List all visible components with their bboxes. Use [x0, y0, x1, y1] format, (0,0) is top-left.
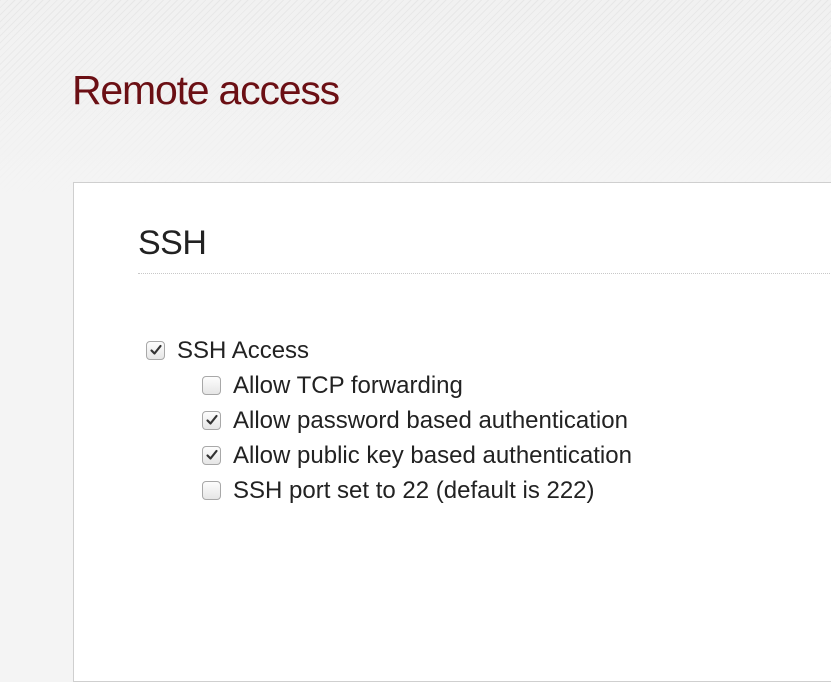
ssh-port-22-label[interactable]: SSH port set to 22 (default is 222)	[233, 477, 595, 505]
ssh-port-22-checkbox[interactable]	[202, 481, 221, 500]
allow-tcp-forwarding-checkbox[interactable]	[202, 376, 221, 395]
option-allow-public-key-auth[interactable]: Allow public key based authentication	[146, 438, 632, 473]
ssh-access-checkbox[interactable]	[146, 341, 165, 360]
checkmark-icon	[150, 344, 162, 355]
option-allow-password-auth[interactable]: Allow password based authentication	[146, 403, 632, 438]
allow-public-key-auth-label[interactable]: Allow public key based authentication	[233, 442, 632, 470]
section-heading-ssh: SSH	[138, 224, 207, 262]
page-title: Remote access	[72, 67, 340, 113]
checkmark-icon	[206, 449, 218, 460]
allow-public-key-auth-checkbox[interactable]	[202, 446, 221, 465]
ssh-options-list: SSH Access Allow TCP forwarding Allow pa…	[146, 333, 632, 508]
checkmark-icon	[206, 414, 218, 425]
option-ssh-access[interactable]: SSH Access	[146, 333, 632, 368]
ssh-access-label[interactable]: SSH Access	[177, 337, 309, 365]
allow-password-auth-checkbox[interactable]	[202, 411, 221, 430]
content-panel: SSH SSH Access Allow TCP forwarding Allo…	[73, 182, 831, 682]
option-allow-tcp-forwarding[interactable]: Allow TCP forwarding	[146, 368, 632, 403]
option-ssh-port-22[interactable]: SSH port set to 22 (default is 222)	[146, 473, 632, 508]
allow-tcp-forwarding-label[interactable]: Allow TCP forwarding	[233, 372, 463, 400]
section-divider	[138, 273, 831, 274]
allow-password-auth-label[interactable]: Allow password based authentication	[233, 407, 628, 435]
